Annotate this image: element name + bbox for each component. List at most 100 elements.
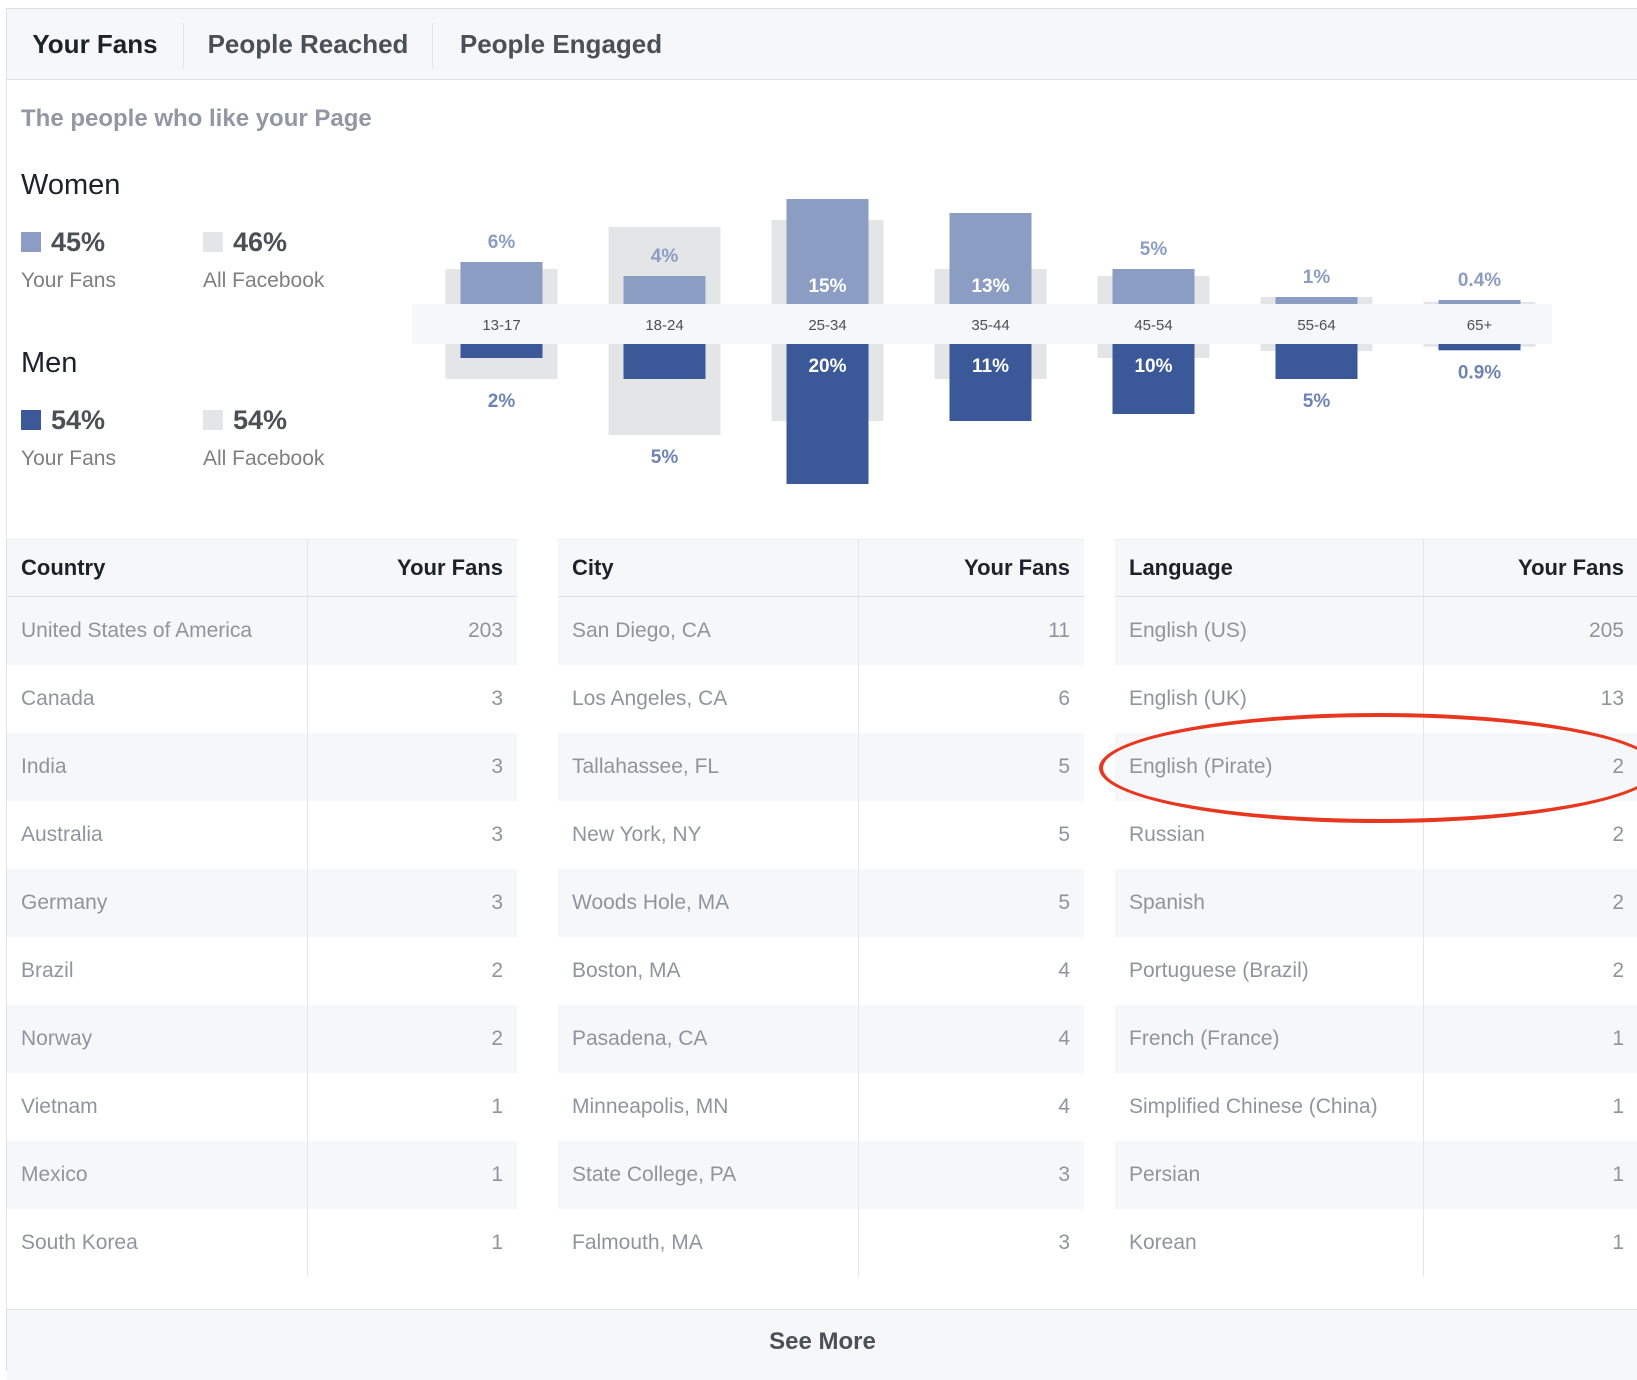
country-column-header[interactable]: Country (21, 540, 105, 596)
column-divider (1423, 1141, 1424, 1209)
fan-count-cell: 1 (491, 1231, 503, 1254)
country-table: Country Your Fans United States of America… (7, 539, 517, 1277)
women-data-label: 6% (488, 232, 516, 253)
table-row: Falmouth, MA 3 (558, 1209, 1084, 1277)
table-row: Germany 3 (7, 869, 517, 937)
column-divider (307, 801, 308, 869)
men-swatch (21, 410, 41, 430)
tab-people-reached[interactable]: People Reached (184, 9, 432, 79)
age-tick-label: 45-54 (1134, 317, 1172, 334)
table-row: New York, NY 5 (558, 801, 1084, 869)
table-row: India 3 (7, 733, 517, 801)
table-row: English (US) 205 (1115, 597, 1637, 665)
table-row: French (France) 1 (1115, 1005, 1637, 1073)
women-fans-label: Your Fans (21, 269, 116, 292)
table-row: San Diego, CA 11 (558, 597, 1084, 665)
women-title: Women (21, 169, 121, 201)
table-row: Spanish 2 (1115, 869, 1637, 937)
fan-count-cell: 3 (1058, 1231, 1070, 1254)
your-fans-column-header[interactable]: Your Fans (397, 540, 503, 596)
men-title: Men (21, 347, 78, 379)
language-name-cell: English (US) (1129, 619, 1247, 642)
women-bar (1112, 269, 1195, 304)
women-data-label: 15% (808, 276, 846, 297)
language-column-header[interactable]: Language (1129, 540, 1233, 596)
fan-count-cell: 6 (1058, 687, 1070, 710)
men-data-label: 0.9% (1458, 362, 1501, 383)
table-row: Brazil 2 (7, 937, 517, 1005)
fan-count-cell: 3 (491, 823, 503, 846)
column-divider (1423, 597, 1424, 665)
table-row: Pasadena, CA 4 (558, 1005, 1084, 1073)
city-column-header[interactable]: City (572, 540, 614, 596)
men-data-label: 20% (808, 356, 846, 377)
city-name-cell: San Diego, CA (572, 619, 711, 642)
column-divider (307, 597, 308, 665)
panel-subtitle: The people who like your Page (21, 105, 372, 132)
city-name-cell: Pasadena, CA (572, 1027, 708, 1050)
men-bar (460, 344, 543, 358)
country-name-cell: Brazil (21, 959, 74, 982)
city-name-cell: New York, NY (572, 823, 702, 846)
column-divider (858, 869, 859, 937)
column-divider (1423, 540, 1424, 596)
table-row: Norway 2 (7, 1005, 517, 1073)
table-row: Los Angeles, CA 6 (558, 665, 1084, 733)
column-divider (307, 733, 308, 801)
table-row: Korean 1 (1115, 1209, 1637, 1277)
country-name-cell: Norway (21, 1027, 93, 1050)
table-header: City Your Fans (558, 539, 1084, 597)
fan-count-cell: 4 (1058, 959, 1070, 982)
table-row: Canada 3 (7, 665, 517, 733)
women-bar (623, 276, 706, 304)
fan-count-cell: 3 (491, 891, 503, 914)
table-row: United States of America 203 (7, 597, 517, 665)
men-fans-label: Your Fans (21, 447, 116, 470)
fan-count-cell: 1 (491, 1095, 503, 1118)
men-bar (1438, 344, 1521, 351)
column-divider (307, 1073, 308, 1141)
fans-demographics-panel: Your Fans People Reached People Engaged … (6, 8, 1637, 1380)
age-gender-chart: 13-17 6% 2% 18-24 4% 5% 25-34 15% 20% 35-44 13% 11%… (412, 199, 1552, 484)
city-table: City Your Fans San Diego, CA 11 Los Angeles,… (558, 539, 1084, 1277)
column-divider (858, 1209, 859, 1277)
language-name-cell: Russian (1129, 823, 1205, 846)
table-header: Language Your Fans (1115, 539, 1637, 597)
country-name-cell: Vietnam (21, 1095, 98, 1118)
country-name-cell: South Korea (21, 1231, 138, 1254)
women-all-pct: 46% (203, 227, 287, 258)
men-fans-pct: 54% (21, 405, 105, 436)
column-divider (858, 1073, 859, 1141)
your-fans-column-header[interactable]: Your Fans (964, 540, 1070, 596)
table-row: Mexico 1 (7, 1141, 517, 1209)
fan-count-cell: 2 (1612, 823, 1624, 846)
tab-people-engaged[interactable]: People Engaged (433, 9, 689, 79)
fan-count-cell: 1 (1612, 1231, 1624, 1254)
men-data-label: 2% (488, 391, 516, 412)
fan-count-cell: 3 (1058, 1163, 1070, 1186)
tab-your-fans[interactable]: Your Fans (7, 9, 183, 79)
women-bar (1438, 300, 1521, 304)
fan-count-cell: 2 (491, 959, 503, 982)
age-tick-label: 25-34 (808, 317, 846, 334)
your-fans-column-header[interactable]: Your Fans (1518, 540, 1624, 596)
highlight-annotation-circle (1099, 713, 1637, 823)
column-divider (307, 665, 308, 733)
fan-count-cell: 4 (1058, 1027, 1070, 1050)
fan-count-cell: 5 (1058, 755, 1070, 778)
see-more-button[interactable]: See More (7, 1309, 1637, 1380)
language-name-cell: Simplified Chinese (China) (1129, 1095, 1378, 1118)
men-data-label: 10% (1134, 356, 1172, 377)
women-swatch (21, 232, 41, 252)
column-divider (307, 1141, 308, 1209)
fan-count-cell: 1 (1612, 1027, 1624, 1050)
men-data-label: 5% (651, 447, 679, 468)
men-data-label: 5% (1303, 391, 1331, 412)
men-bar (623, 344, 706, 379)
fan-count-cell: 1 (491, 1163, 503, 1186)
tab-bar: Your Fans People Reached People Engaged (7, 9, 1637, 80)
fan-count-cell: 2 (1612, 891, 1624, 914)
table-row: Woods Hole, MA 5 (558, 869, 1084, 937)
fan-count-cell: 205 (1588, 619, 1624, 642)
country-name-cell: India (21, 755, 67, 778)
